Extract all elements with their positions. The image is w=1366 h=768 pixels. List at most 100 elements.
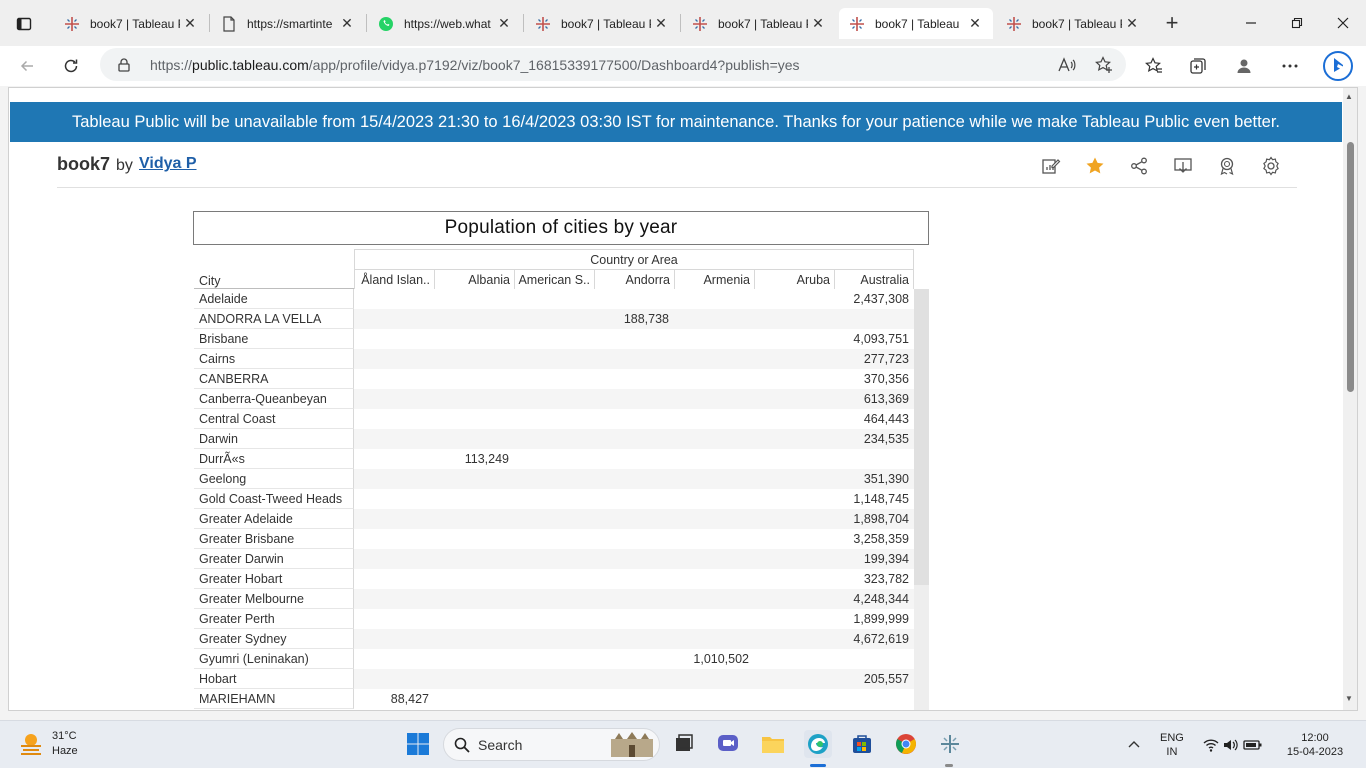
table-row[interactable]: MARIEHAMN 88,427 xyxy=(194,689,914,709)
city-cell[interactable]: Gyumri (Leninakan) xyxy=(194,649,354,669)
value-cell[interactable] xyxy=(594,529,674,549)
value-cell[interactable]: 3,258,359 xyxy=(834,529,914,549)
value-cell[interactable] xyxy=(674,389,754,409)
table-row[interactable]: Greater Hobart 323,782 xyxy=(194,569,914,589)
value-cell[interactable] xyxy=(434,589,514,609)
value-cell[interactable] xyxy=(674,349,754,369)
table-row[interactable]: Brisbane 4,093,751 xyxy=(194,329,914,349)
table-row[interactable]: CANBERRA 370,356 xyxy=(194,369,914,389)
value-cell[interactable] xyxy=(754,609,834,629)
value-cell[interactable] xyxy=(594,569,674,589)
value-cell[interactable] xyxy=(754,549,834,569)
value-cell[interactable] xyxy=(434,569,514,589)
value-cell[interactable] xyxy=(754,489,834,509)
value-cell[interactable] xyxy=(594,409,674,429)
read-aloud-icon[interactable] xyxy=(1056,54,1078,76)
value-cell[interactable] xyxy=(594,469,674,489)
city-cell[interactable]: Gold Coast-Tweed Heads xyxy=(194,489,354,509)
table-row[interactable]: Greater Brisbane 3,258,359 xyxy=(194,529,914,549)
language-indicator[interactable]: ENG IN xyxy=(1160,731,1184,759)
browser-tab[interactable]: https://web.what ✕ xyxy=(368,8,522,39)
city-cell[interactable]: Greater Adelaide xyxy=(194,509,354,529)
value-cell[interactable] xyxy=(514,409,594,429)
browser-tab[interactable]: book7 | Tableau ✕ xyxy=(839,8,993,39)
value-cell[interactable] xyxy=(434,629,514,649)
value-cell[interactable] xyxy=(354,489,434,509)
value-cell[interactable] xyxy=(434,489,514,509)
value-cell[interactable] xyxy=(514,369,594,389)
table-row[interactable]: Greater Adelaide 1,898,704 xyxy=(194,509,914,529)
value-cell[interactable] xyxy=(434,509,514,529)
table-row[interactable]: Cairns 277,723 xyxy=(194,349,914,369)
value-cell[interactable] xyxy=(514,289,594,309)
share-icon[interactable] xyxy=(1127,154,1151,178)
value-cell[interactable]: 351,390 xyxy=(834,469,914,489)
value-cell[interactable] xyxy=(354,309,434,329)
value-cell[interactable]: 1,898,704 xyxy=(834,509,914,529)
value-cell[interactable]: 188,738 xyxy=(594,309,674,329)
clock[interactable]: 12:00 15-04-2023 xyxy=(1280,731,1350,759)
value-cell[interactable] xyxy=(754,389,834,409)
value-cell[interactable] xyxy=(674,449,754,469)
value-cell[interactable] xyxy=(354,329,434,349)
close-tab-icon[interactable]: ✕ xyxy=(653,15,669,32)
value-cell[interactable] xyxy=(594,329,674,349)
address-bar[interactable]: https://public.tableau.com/app/profile/v… xyxy=(100,48,1126,81)
value-cell[interactable] xyxy=(754,669,834,689)
value-cell[interactable] xyxy=(514,549,594,569)
city-cell[interactable]: Greater Darwin xyxy=(194,549,354,569)
close-tab-icon[interactable]: ✕ xyxy=(1124,15,1140,32)
value-cell[interactable] xyxy=(434,329,514,349)
city-cell[interactable]: Hobart xyxy=(194,669,354,689)
value-cell[interactable] xyxy=(434,549,514,569)
value-cell[interactable] xyxy=(434,389,514,409)
browser-tab[interactable]: https://smartinte ✕ xyxy=(211,8,365,39)
value-cell[interactable] xyxy=(514,669,594,689)
table-row[interactable]: Central Coast 464,443 xyxy=(194,409,914,429)
value-cell[interactable]: 2,437,308 xyxy=(834,289,914,309)
value-cell[interactable] xyxy=(754,689,834,709)
value-cell[interactable] xyxy=(434,309,514,329)
value-cell[interactable] xyxy=(754,469,834,489)
browser-tab[interactable]: book7 | Tableau P ✕ xyxy=(54,8,208,39)
settings-more-button[interactable] xyxy=(1278,54,1302,78)
value-cell[interactable] xyxy=(674,689,754,709)
tableau-button[interactable] xyxy=(936,730,964,758)
value-cell[interactable] xyxy=(594,429,674,449)
city-cell[interactable]: Greater Sydney xyxy=(194,629,354,649)
value-cell[interactable] xyxy=(514,429,594,449)
favorite-star-icon[interactable] xyxy=(1083,154,1107,178)
value-cell[interactable] xyxy=(754,449,834,469)
value-cell[interactable] xyxy=(754,629,834,649)
city-cell[interactable]: Brisbane xyxy=(194,329,354,349)
value-cell[interactable] xyxy=(354,469,434,489)
value-cell[interactable] xyxy=(834,309,914,329)
value-cell[interactable]: 277,723 xyxy=(834,349,914,369)
value-cell[interactable] xyxy=(594,369,674,389)
value-cell[interactable] xyxy=(594,449,674,469)
scroll-down-arrow-icon[interactable]: ▼ xyxy=(1345,694,1353,703)
collections-button[interactable] xyxy=(1186,54,1210,78)
page-scrollbar[interactable]: ▲ ▼ xyxy=(1343,88,1357,710)
value-cell[interactable]: 88,427 xyxy=(354,689,434,709)
country-column-header[interactable]: Andorra xyxy=(594,269,674,289)
restore-button[interactable] xyxy=(1274,8,1320,38)
value-cell[interactable] xyxy=(434,529,514,549)
value-cell[interactable] xyxy=(354,609,434,629)
value-cell[interactable]: 1,148,745 xyxy=(834,489,914,509)
task-view-button[interactable] xyxy=(670,730,698,758)
page-scroll-thumb[interactable] xyxy=(1347,142,1354,392)
close-tab-icon[interactable]: ✕ xyxy=(339,15,355,32)
value-cell[interactable] xyxy=(674,309,754,329)
value-cell[interactable] xyxy=(594,649,674,669)
taskbar-search[interactable]: Search xyxy=(443,728,660,761)
close-tab-icon[interactable]: ✕ xyxy=(496,15,512,32)
download-icon[interactable] xyxy=(1171,154,1195,178)
value-cell[interactable] xyxy=(594,489,674,509)
value-cell[interactable] xyxy=(434,369,514,389)
close-tab-icon[interactable]: ✕ xyxy=(810,15,826,32)
value-cell[interactable] xyxy=(674,409,754,429)
table-row[interactable]: Geelong 351,390 xyxy=(194,469,914,489)
value-cell[interactable] xyxy=(354,449,434,469)
show-hidden-icons-chevron-icon[interactable] xyxy=(1128,737,1140,751)
